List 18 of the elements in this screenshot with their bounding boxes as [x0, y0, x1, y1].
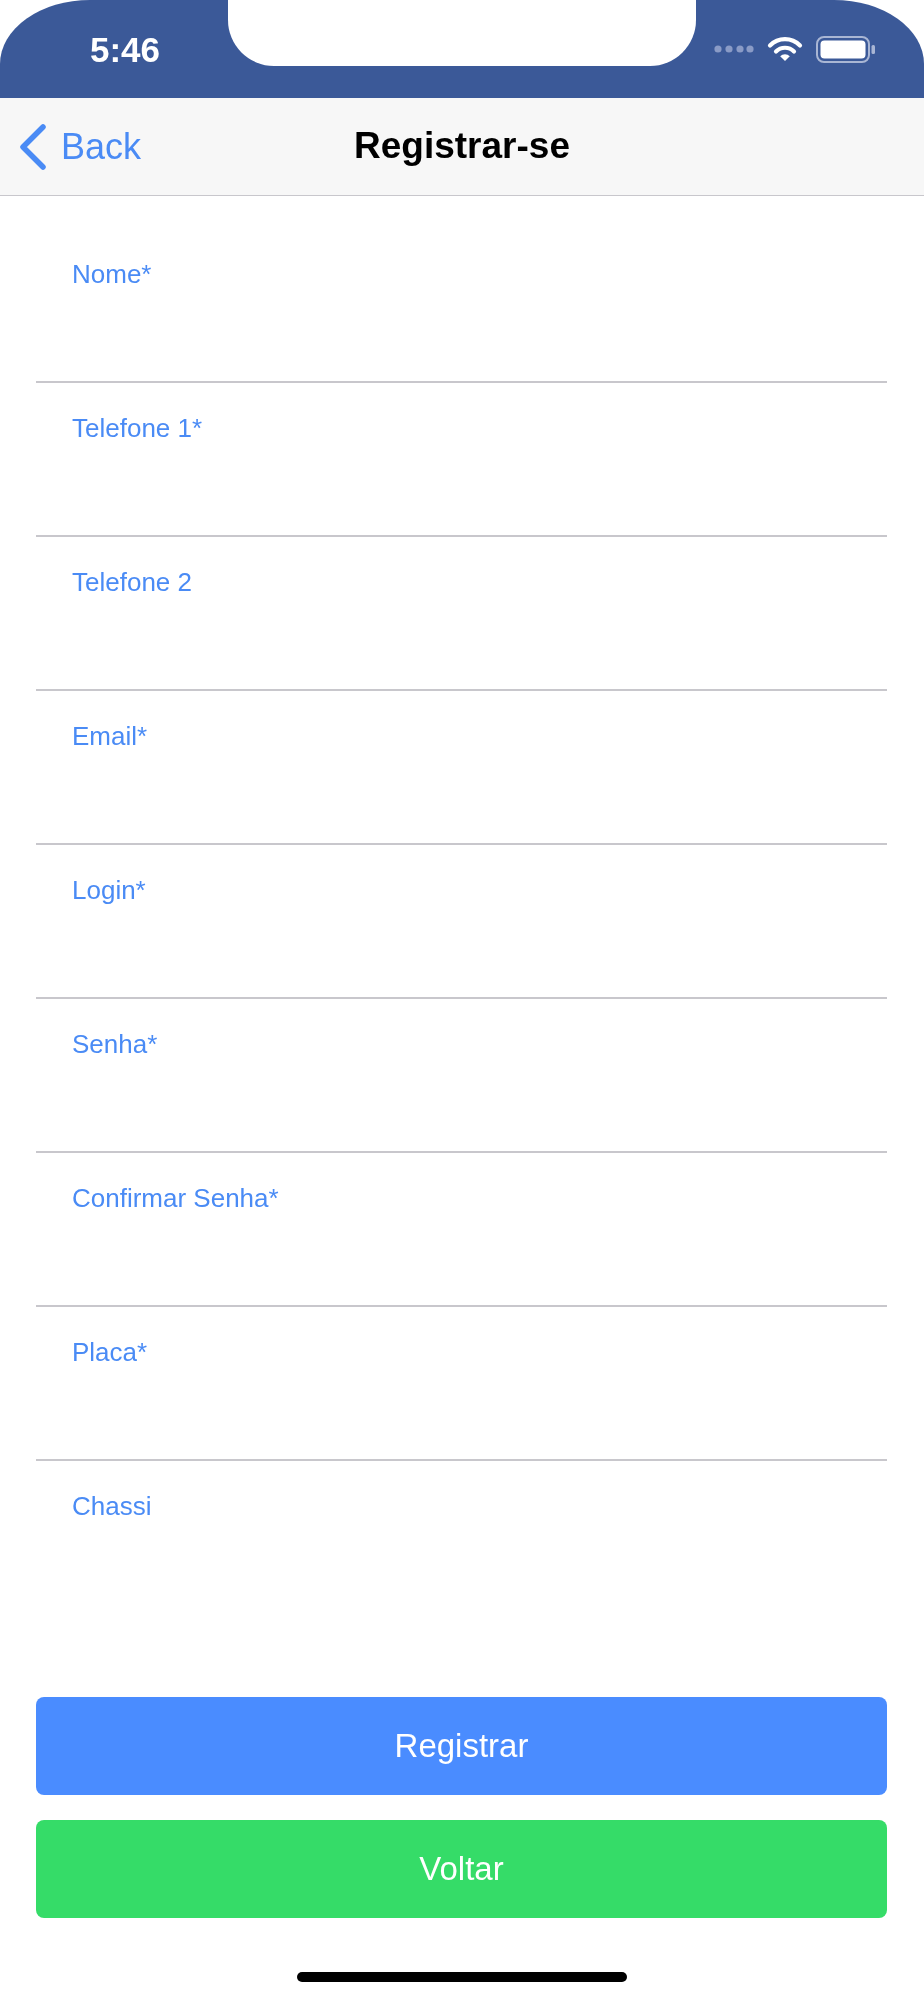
signal-icon	[714, 45, 754, 53]
back-button[interactable]: Back	[19, 123, 142, 170]
field-label: Telefone 1*	[72, 413, 203, 443]
chevron-left-icon	[19, 123, 47, 170]
field-label: Email*	[72, 721, 148, 751]
field-label: Chassi	[72, 1491, 152, 1521]
wifi-icon	[767, 36, 803, 62]
status-time: 5:46	[90, 31, 161, 67]
field-label: Confirmar Senha*	[72, 1183, 279, 1213]
field-label: Nome*	[72, 259, 152, 289]
register-button[interactable]: Registrar	[36, 1697, 887, 1795]
return-button[interactable]: Voltar	[36, 1820, 887, 1918]
field-label: Telefone 2	[72, 567, 192, 597]
battery-icon	[816, 35, 876, 63]
field-label: Placa*	[72, 1337, 148, 1367]
field-label: Senha*	[72, 1029, 158, 1059]
page-title: Registrar-se	[354, 124, 570, 169]
field-label: Login*	[72, 875, 146, 905]
